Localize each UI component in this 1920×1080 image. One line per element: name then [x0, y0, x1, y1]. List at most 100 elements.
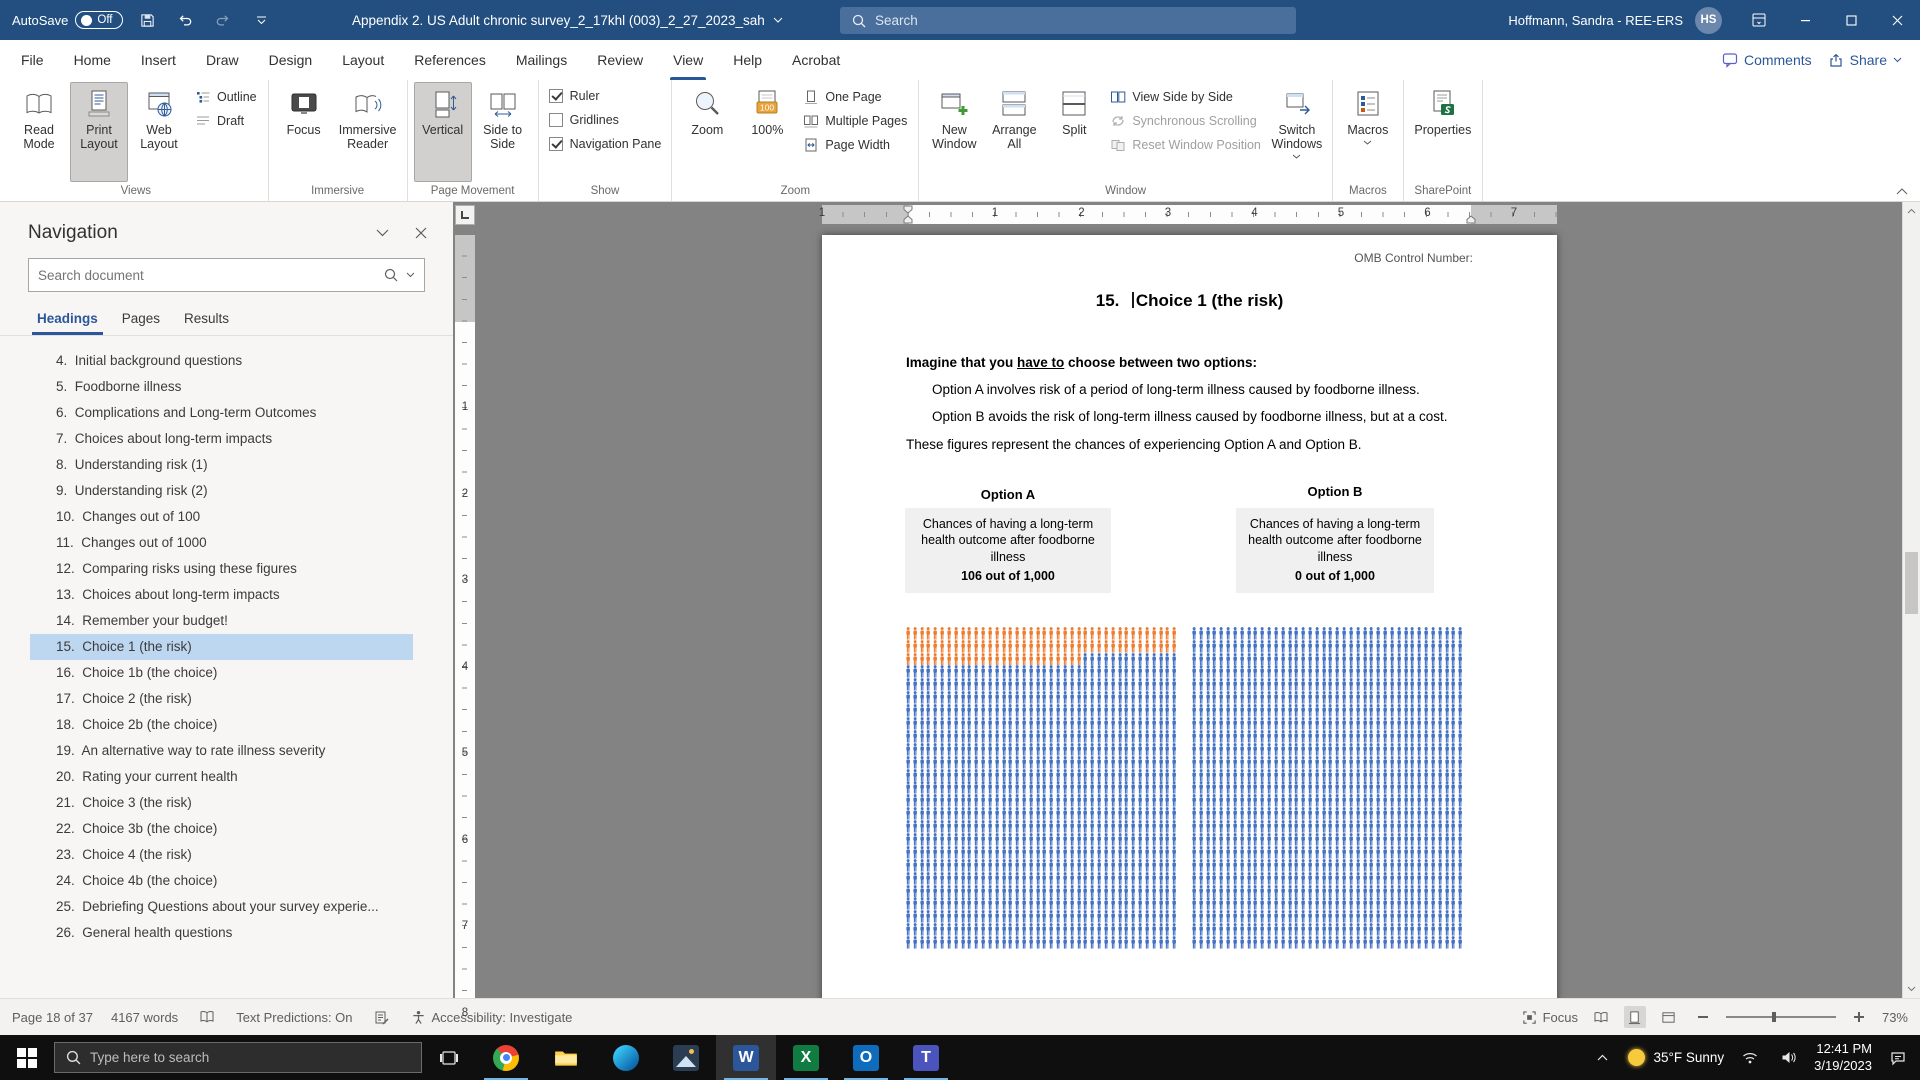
navigation-pane-checkbox[interactable]	[549, 137, 563, 151]
clock[interactable]: 12:41 PM 3/19/2023	[1814, 1041, 1872, 1075]
nav-heading-item[interactable]: 6. Complications and Long-term Outcomes	[30, 400, 413, 426]
task-view-button[interactable]	[422, 1035, 476, 1080]
taskbar-app-word[interactable]: W	[716, 1035, 776, 1080]
nav-heading-item[interactable]: 14. Remember your budget!	[30, 608, 413, 634]
nav-heading-item[interactable]: 12. Comparing risks using these figures	[30, 556, 413, 582]
share-button[interactable]: Share	[1828, 52, 1902, 68]
nav-heading-item[interactable]: 9. Understanding risk (2)	[30, 478, 413, 504]
hidden-icons-chevron[interactable]	[1590, 1043, 1614, 1073]
taskbar-search-box[interactable]	[54, 1042, 422, 1073]
read-mode-button[interactable]: Read Mode	[10, 82, 68, 182]
taskbar-search-input[interactable]	[90, 1050, 410, 1065]
focus-mode-button[interactable]: Focus	[1522, 1010, 1578, 1025]
taskbar-app-excel[interactable]: X	[776, 1035, 836, 1080]
nav-heading-item[interactable]: 13. Choices about long-term impacts	[30, 582, 413, 608]
multiple-pages-button[interactable]: Multiple Pages	[798, 111, 912, 131]
ribbon-tab-home[interactable]: Home	[59, 40, 126, 80]
web-layout-view-button[interactable]	[1658, 1006, 1680, 1028]
side-to-side-button[interactable]: Side to Side	[474, 82, 532, 182]
minimize-button[interactable]	[1782, 0, 1828, 40]
synchronous-scrolling-button[interactable]: Synchronous Scrolling	[1105, 111, 1266, 131]
taskbar-app-photos[interactable]	[656, 1035, 716, 1080]
zoom-in-button[interactable]	[1848, 1006, 1870, 1028]
arrange-all-button[interactable]: Arrange All	[985, 82, 1043, 182]
redo-button[interactable]	[209, 6, 237, 34]
gridlines-checkbox-row[interactable]: Gridlines	[545, 110, 666, 130]
nav-search-box[interactable]	[28, 258, 425, 292]
zoom-slider-thumb[interactable]	[1772, 1012, 1776, 1022]
nav-heading-item[interactable]: 24. Choice 4b (the choice)	[30, 868, 413, 894]
nav-tab-pages[interactable]: Pages	[111, 304, 171, 335]
h-ruler[interactable]: 11234567	[478, 202, 1902, 227]
ribbon-tab-review[interactable]: Review	[582, 40, 658, 80]
nav-heading-item[interactable]: 15. Choice 1 (the risk)	[30, 634, 413, 660]
ribbon-tab-acrobat[interactable]: Acrobat	[777, 40, 855, 80]
ribbon-display-options-button[interactable]	[1736, 0, 1782, 40]
scrollbar-thumb[interactable]	[1905, 552, 1918, 614]
ribbon-tab-references[interactable]: References	[399, 40, 501, 80]
nav-heading-item[interactable]: 8. Understanding risk (1)	[30, 452, 413, 478]
nav-tab-headings[interactable]: Headings	[26, 304, 109, 335]
nav-heading-item[interactable]: 17. Choice 2 (the risk)	[30, 686, 413, 712]
ribbon-tab-view[interactable]: View	[658, 40, 718, 80]
save-button[interactable]	[133, 6, 161, 34]
undo-button[interactable]	[171, 6, 199, 34]
nav-heading-item[interactable]: 5. Foodborne illness	[30, 374, 413, 400]
ribbon-tab-layout[interactable]: Layout	[327, 40, 399, 80]
nav-heading-item[interactable]: 26. General health questions	[30, 920, 413, 946]
text-predictions-status[interactable]: Text Predictions: On	[236, 1010, 352, 1025]
nav-heading-item[interactable]: 18. Choice 2b (the choice)	[30, 712, 413, 738]
network-icon[interactable]	[1738, 1043, 1762, 1073]
nav-search-input[interactable]	[38, 268, 376, 283]
tab-stop-selector[interactable]	[455, 205, 475, 225]
user-avatar[interactable]: HS	[1695, 7, 1722, 34]
scroll-down-button[interactable]	[1903, 980, 1920, 998]
print-layout-button[interactable]: Print Layout	[70, 82, 128, 182]
volume-icon[interactable]	[1776, 1043, 1800, 1073]
nav-heading-item[interactable]: 19. An alternative way to rate illness s…	[30, 738, 413, 764]
macros-button[interactable]: Macros	[1339, 82, 1397, 182]
action-center-icon[interactable]	[1886, 1043, 1910, 1073]
nav-heading-item[interactable]: 21. Choice 3 (the risk)	[30, 790, 413, 816]
navigation-pane-options-button[interactable]	[376, 229, 389, 237]
nav-heading-item[interactable]: 10. Changes out of 100	[30, 504, 413, 530]
nav-heading-item[interactable]: 7. Choices about long-term impacts	[30, 426, 413, 452]
ribbon-tab-insert[interactable]: Insert	[126, 40, 191, 80]
switch-windows-button[interactable]: Switch Windows	[1268, 82, 1326, 182]
print-layout-view-button[interactable]	[1624, 1006, 1646, 1028]
ribbon-tab-draw[interactable]: Draw	[191, 40, 254, 80]
accessibility-status[interactable]: Accessibility: Investigate	[411, 1010, 573, 1025]
titlebar-search-box[interactable]	[840, 7, 1296, 34]
taskbar-app-edge[interactable]	[596, 1035, 656, 1080]
gridlines-checkbox[interactable]	[549, 113, 563, 127]
nav-heading-item[interactable]: 16. Choice 1b (the choice)	[30, 660, 413, 686]
document-page[interactable]: OMB Control Number: 15.Choice 1 (the ris…	[822, 235, 1557, 998]
ruler-checkbox[interactable]	[549, 89, 563, 103]
outline-button[interactable]: Outline	[190, 87, 262, 107]
user-name[interactable]: Hoffmann, Sandra - REE-ERS	[1508, 13, 1683, 28]
one-page-button[interactable]: One Page	[798, 87, 912, 107]
proofing-icon[interactable]	[196, 1006, 218, 1028]
first-line-indent-marker[interactable]	[903, 205, 913, 214]
word-count[interactable]: 4167 words	[111, 1010, 178, 1025]
comments-button[interactable]: Comments	[1722, 52, 1812, 68]
chevron-down-icon[interactable]	[406, 272, 415, 278]
vertical-button[interactable]: Vertical	[414, 82, 472, 182]
scroll-up-button[interactable]	[1903, 202, 1920, 220]
nav-heading-item[interactable]: 20. Rating your current health	[30, 764, 413, 790]
taskbar-app-file-explorer[interactable]	[536, 1035, 596, 1080]
v-ruler[interactable]: 12345678	[453, 227, 478, 998]
zoom-slider[interactable]	[1726, 1009, 1836, 1025]
zoom-button[interactable]: Zoom	[678, 82, 736, 182]
properties-button[interactable]: Properties	[1410, 82, 1476, 182]
ruler-checkbox-row[interactable]: Ruler	[545, 86, 666, 106]
nav-heading-item[interactable]: 11. Changes out of 1000	[30, 530, 413, 556]
ribbon-tab-design[interactable]: Design	[254, 40, 328, 80]
navigation-pane-checkbox-row[interactable]: Navigation Pane	[545, 134, 666, 154]
customize-quick-access-button[interactable]	[247, 6, 275, 34]
maximize-button[interactable]	[1828, 0, 1874, 40]
autosave-switch[interactable]: Off	[75, 11, 123, 29]
nav-heading-item[interactable]: 4. Initial background questions	[30, 348, 413, 374]
nav-heading-item[interactable]: 23. Choice 4 (the risk)	[30, 842, 413, 868]
read-mode-view-button[interactable]	[1590, 1006, 1612, 1028]
